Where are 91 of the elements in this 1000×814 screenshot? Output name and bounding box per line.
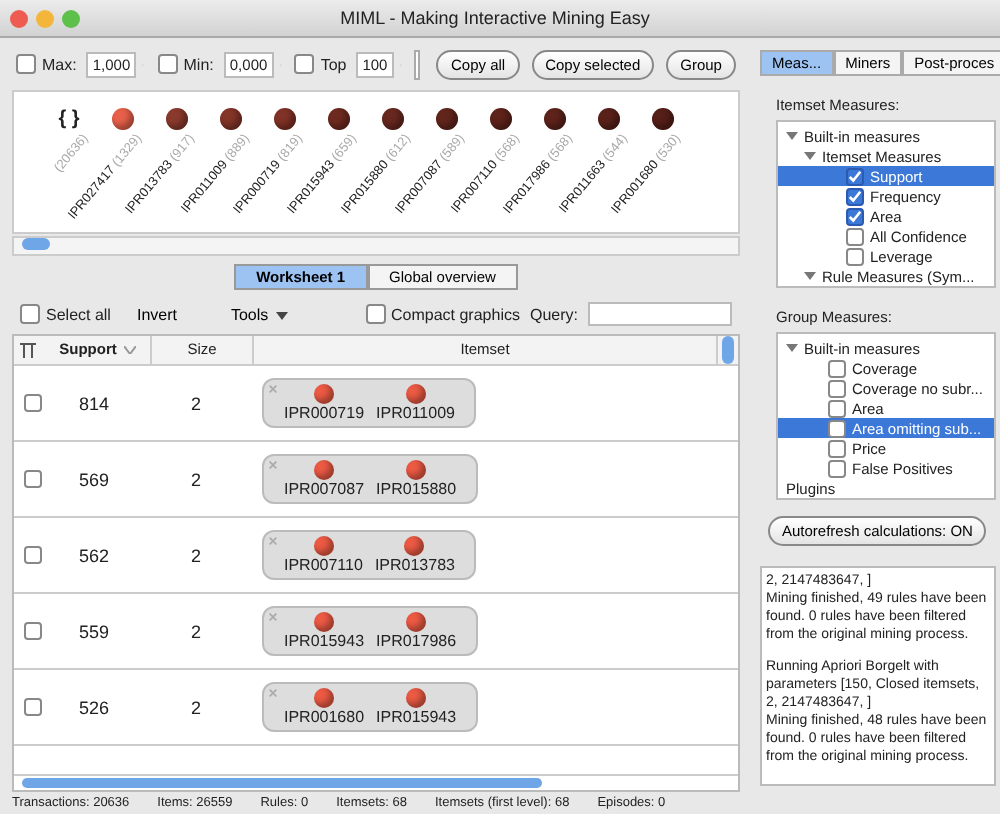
item-name: IPR015943 xyxy=(284,632,365,650)
field-label: Top xyxy=(320,55,347,73)
item-ball-icon xyxy=(313,536,334,556)
item-ball-icon xyxy=(406,612,427,632)
item-name: IPR007087 xyxy=(284,480,365,498)
color-swatch[interactable] xyxy=(414,49,421,79)
item-ball-icon xyxy=(406,460,427,480)
tools-menu[interactable]: Tools xyxy=(214,305,305,323)
item-ball-icon xyxy=(405,384,426,404)
invert-button[interactable]: Invert xyxy=(120,305,193,323)
item-ball-icon xyxy=(314,460,335,480)
checkbox[interactable] xyxy=(157,54,178,74)
itemset-card[interactable]: IPR015943 IPR017986 xyxy=(262,606,479,656)
checkbox[interactable] xyxy=(828,399,846,417)
scroll-thumb[interactable] xyxy=(722,336,734,364)
checkbox[interactable] xyxy=(16,54,36,74)
item-name: IPR007110 xyxy=(284,556,363,574)
table-cell-text: 559 xyxy=(76,621,112,641)
table-cell-text: 814 xyxy=(76,393,112,413)
disclosure-icon[interactable] xyxy=(786,342,798,354)
item-ball-icon[interactable] xyxy=(382,108,404,130)
item-name: IPR017986 xyxy=(376,632,457,650)
row-checkbox[interactable] xyxy=(24,622,42,640)
table-cell-text: 562 xyxy=(76,545,112,565)
row-checkbox[interactable] xyxy=(24,394,42,412)
item-name: IPR015943 xyxy=(376,708,457,726)
checkbox-label: Compact graphics xyxy=(391,305,520,323)
checkbox-label: Select all xyxy=(46,305,111,323)
checkbox[interactable] xyxy=(294,54,315,74)
disclosure-icon[interactable] xyxy=(804,270,816,282)
item-name: IPR000719 xyxy=(284,404,365,422)
columns-icon[interactable] xyxy=(18,340,38,360)
close-button[interactable] xyxy=(10,9,28,27)
itemset-card[interactable]: IPR007087 IPR015880 xyxy=(262,454,479,504)
checkbox[interactable] xyxy=(846,227,864,245)
item-ball-icon[interactable] xyxy=(490,108,512,130)
caret-icon[interactable] xyxy=(276,311,289,319)
item-ball-icon[interactable] xyxy=(220,108,242,130)
item-ball-icon[interactable] xyxy=(112,108,134,130)
row-checkbox[interactable] xyxy=(24,698,42,716)
field-label: Min: xyxy=(183,55,214,73)
sort-icon[interactable] xyxy=(124,346,137,354)
all-items-glyph: { } xyxy=(58,108,80,132)
item-ball-icon[interactable] xyxy=(544,108,566,130)
item-ball-icon[interactable] xyxy=(274,108,296,130)
item-name: IPR015880 xyxy=(376,480,457,498)
table-cell-text: 526 xyxy=(76,697,112,717)
table-cell-text: 569 xyxy=(76,469,112,489)
item-ball-icon[interactable] xyxy=(652,108,674,130)
item-ball-icon xyxy=(406,688,427,708)
checkbox[interactable] xyxy=(846,207,864,225)
itemset-card[interactable]: IPR007110 IPR013783 xyxy=(262,530,477,580)
checkbox[interactable] xyxy=(828,359,846,377)
zoom-button[interactable] xyxy=(62,9,80,27)
window-title: MIML - Making Interactive Mining Easy xyxy=(338,8,652,28)
query-field[interactable] xyxy=(588,302,732,326)
checkbox[interactable] xyxy=(828,419,846,437)
checkbox[interactable] xyxy=(365,304,385,324)
item-ball-icon xyxy=(314,688,335,708)
field-label: Max: xyxy=(42,55,77,73)
scrollbar[interactable] xyxy=(14,774,738,790)
checkbox[interactable] xyxy=(20,304,40,324)
scrollbar[interactable] xyxy=(12,236,740,256)
item-ball-icon xyxy=(314,384,335,404)
item-ball-icon[interactable] xyxy=(328,108,350,130)
checkbox[interactable] xyxy=(828,439,846,457)
checkbox[interactable] xyxy=(828,459,846,477)
item-ball-icon[interactable] xyxy=(436,108,458,130)
row-checkbox[interactable] xyxy=(24,546,42,564)
checkbox[interactable] xyxy=(846,167,864,185)
disclosure-icon[interactable] xyxy=(786,130,798,142)
table-cell-text: 2 xyxy=(188,697,203,717)
item-ball-icon xyxy=(314,612,335,632)
query-label: Query: xyxy=(529,305,578,323)
table-cell-text: 2 xyxy=(188,621,203,641)
item-ball-icon xyxy=(404,536,425,556)
row-checkbox[interactable] xyxy=(24,470,42,488)
table-cell-text: 2 xyxy=(188,469,203,489)
item-name: IPR011009 xyxy=(376,404,455,422)
item-name: IPR013783 xyxy=(374,556,455,574)
item-ball-icon[interactable] xyxy=(598,108,620,130)
table-cell-text: 2 xyxy=(188,545,203,565)
disclosure-icon[interactable] xyxy=(804,150,816,162)
item-name: IPR001680 xyxy=(284,708,365,726)
table-cell-text: 2 xyxy=(188,393,203,413)
checkbox[interactable] xyxy=(846,247,864,265)
itemset-card[interactable]: IPR001680 IPR015943 xyxy=(262,682,479,732)
checkbox[interactable] xyxy=(828,379,846,397)
itemset-card[interactable]: IPR000719 IPR011009 xyxy=(262,378,477,428)
checkbox[interactable] xyxy=(846,187,864,205)
item-ball-icon[interactable] xyxy=(166,108,188,130)
